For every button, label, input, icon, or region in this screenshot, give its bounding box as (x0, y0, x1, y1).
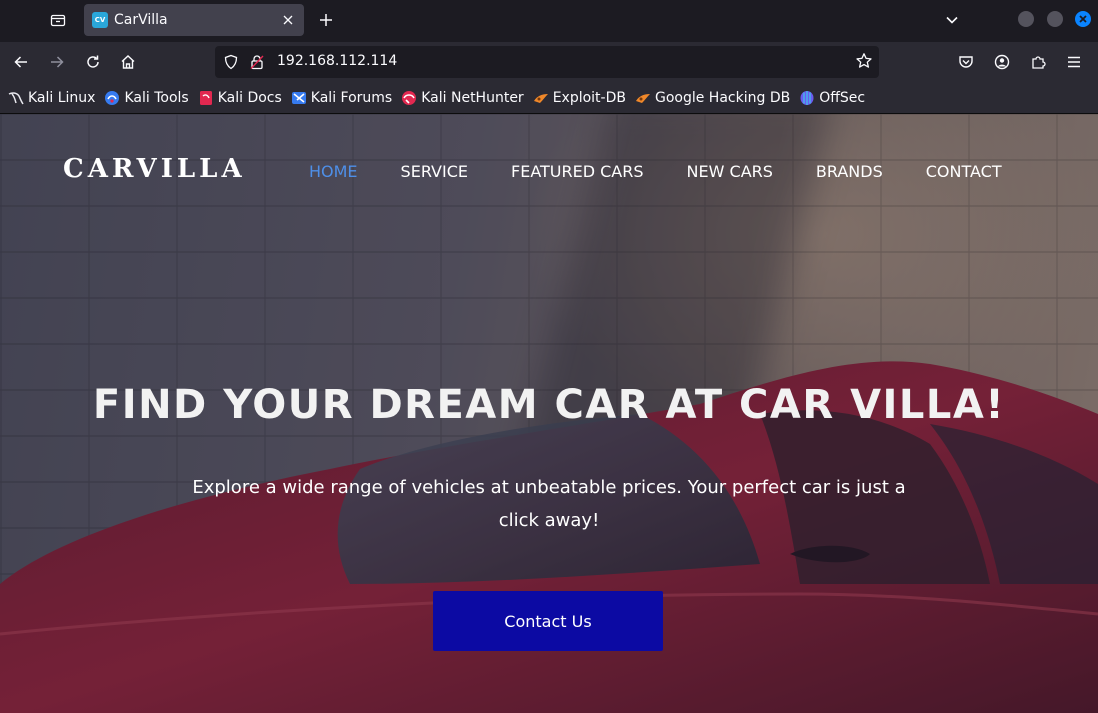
offsec-icon (799, 90, 815, 106)
ghdb-icon (635, 90, 651, 106)
new-tab-button[interactable] (314, 8, 338, 32)
home-icon (121, 55, 135, 69)
pocket-button[interactable] (954, 50, 978, 74)
bookmark-label: Kali Tools (124, 89, 189, 106)
site-favicon-icon: CV (92, 12, 108, 28)
exploit-db-icon (533, 90, 549, 106)
favicon-text: CV (94, 16, 106, 24)
menu-item-service[interactable]: SERVICE (401, 162, 468, 181)
pocket-icon (959, 56, 973, 68)
bookmark-kali-docs[interactable]: Kali Docs (198, 86, 282, 110)
kali-dragon-icon (8, 90, 24, 106)
tab-title: CarVilla (114, 12, 168, 28)
arrow-left-icon (14, 56, 27, 68)
bookmark-exploit-db[interactable]: Exploit-DB (533, 86, 626, 110)
bookmark-google-hacking-db[interactable]: Google Hacking DB (635, 86, 790, 110)
firefox-view-icon (50, 14, 66, 27)
bookmark-label: Kali Forums (310, 89, 393, 106)
forward-button[interactable] (45, 50, 69, 74)
menu-item-contact[interactable]: CONTACT (926, 162, 1002, 181)
account-icon (994, 54, 1010, 70)
bookmarks-toolbar: Kali Linux Kali Tools Kali Docs Kali For… (0, 82, 1098, 114)
kali-docs-icon (198, 90, 214, 106)
hero-title: FIND YOUR DREAM CAR AT CAR VILLA! (92, 382, 1006, 428)
list-all-tabs-button[interactable] (940, 8, 964, 32)
bookmark-kali-forums[interactable]: Kali Forums (291, 86, 392, 110)
address-bar[interactable]: 192.168.112.114 (215, 46, 879, 78)
bookmark-star-icon[interactable] (855, 52, 873, 70)
arrow-right-icon (51, 56, 64, 68)
bookmark-label: Kali NetHunter (421, 89, 524, 106)
tracking-shield-icon[interactable] (223, 54, 239, 70)
close-icon (1079, 15, 1087, 23)
reload-button[interactable] (81, 50, 105, 74)
window-maximize-button[interactable] (1047, 11, 1063, 27)
puzzle-icon (1032, 56, 1046, 69)
window-minimize-button[interactable] (1018, 11, 1034, 27)
firefox-view-button[interactable] (44, 6, 72, 34)
kali-forums-icon (291, 90, 307, 106)
hero-subtitle: Explore a wide range of vehicles at unbe… (192, 477, 906, 531)
bookmark-offsec[interactable]: OffSec (799, 86, 865, 110)
chevron-down-icon (946, 16, 958, 24)
bookmark-kali-linux[interactable]: Kali Linux (8, 86, 95, 110)
bookmark-label: Google Hacking DB (654, 89, 791, 106)
window-close-button[interactable] (1075, 11, 1091, 27)
bookmark-label: Kali Docs (217, 89, 282, 106)
plus-icon (320, 14, 332, 26)
kali-tools-icon (104, 90, 120, 106)
bookmark-kali-tools[interactable]: Kali Tools (104, 86, 189, 110)
bookmark-kali-nethunter[interactable]: Kali NetHunter (401, 86, 524, 110)
close-icon (283, 15, 293, 25)
browser-tab-bar: CV CarVilla (0, 0, 1098, 42)
app-menu-button[interactable] (1062, 50, 1086, 74)
extensions-button[interactable] (1026, 50, 1050, 74)
insecure-lock-icon[interactable] (249, 54, 265, 70)
menu-item-new-cars[interactable]: NEW CARS (687, 162, 773, 181)
kali-nethunter-icon (401, 90, 417, 106)
contact-us-button[interactable]: Contact Us (433, 591, 663, 651)
bookmark-label: OffSec (819, 89, 866, 106)
web-page-viewport: CARVILLA HOME SERVICE FEATURED CARS NEW … (0, 114, 1098, 713)
hamburger-menu-icon (1068, 56, 1080, 68)
home-button[interactable] (116, 50, 140, 74)
active-tab[interactable]: CV CarVilla (84, 4, 304, 36)
account-button[interactable] (990, 50, 1014, 74)
back-button[interactable] (9, 50, 33, 74)
site-logo[interactable]: CARVILLA (63, 154, 246, 184)
bookmark-label: Kali Linux (28, 89, 96, 106)
menu-item-home[interactable]: HOME (309, 162, 358, 181)
tab-close-button[interactable] (276, 8, 300, 32)
menu-item-featured-cars[interactable]: FEATURED CARS (511, 162, 644, 181)
bookmark-label: Exploit-DB (552, 89, 626, 106)
url-text[interactable]: 192.168.112.114 (277, 53, 397, 69)
navigation-toolbar: 192.168.112.114 (0, 42, 1098, 82)
reload-icon (87, 55, 99, 68)
site-main-menu: HOME SERVICE FEATURED CARS NEW CARS BRAN… (309, 162, 1002, 181)
menu-item-brands[interactable]: BRANDS (816, 162, 883, 181)
